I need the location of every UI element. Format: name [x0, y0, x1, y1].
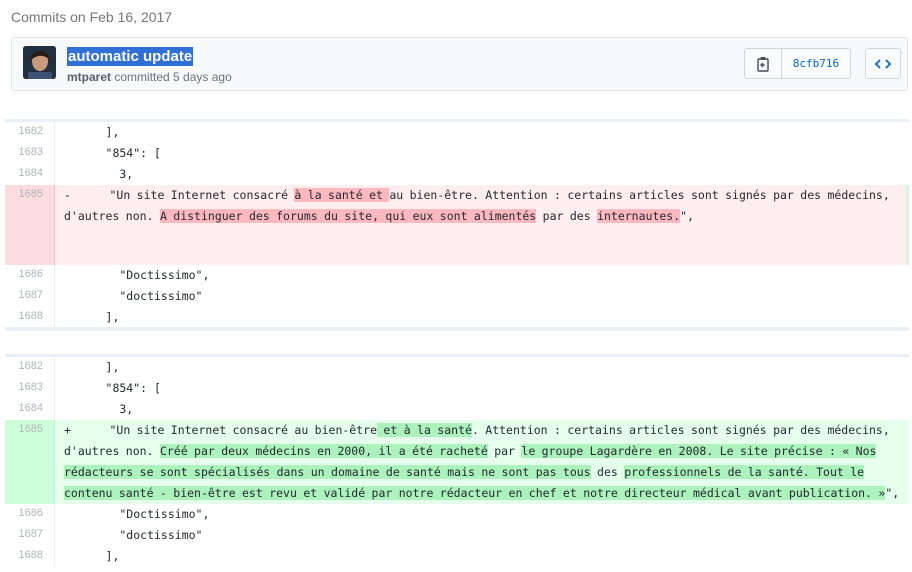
added-highlight: Créé par deux médecins en 2000, il a été…: [159, 444, 488, 458]
line-code: - "Un site Internet consacré à la santé …: [64, 188, 890, 223]
line-code: ],: [64, 360, 120, 374]
line-number[interactable]: 1682: [5, 122, 55, 143]
line-code: "854": [: [64, 146, 161, 160]
clipboard-icon: [757, 56, 769, 72]
diff-line: 1688 ],: [5, 546, 909, 566]
line-number[interactable]: 1685: [5, 185, 55, 265]
line-code: ],: [64, 125, 120, 139]
diff-line: 1683 "854": [: [5, 143, 909, 164]
diff-panel-old: 1682 ], 1683 "854": [ 1684 3, 1685 - "Un…: [5, 119, 909, 331]
copy-sha-button[interactable]: [745, 49, 782, 78]
diff-line: 1686 "Doctissimo",: [5, 504, 909, 525]
browse-files-button[interactable]: [865, 48, 901, 79]
line-number[interactable]: 1686: [5, 504, 55, 525]
deleted-highlight: à la santé et: [294, 188, 390, 202]
commit-sha-button[interactable]: 8cfb716: [782, 49, 850, 78]
diff-panel-new: 1682 ], 1683 "854": [ 1684 3, 1685 + "Un…: [5, 354, 909, 566]
diff-line: 1686 "Doctissimo",: [5, 265, 909, 286]
diff-line: 1682 ],: [5, 122, 909, 143]
diff-sign: +: [64, 423, 71, 437]
line-number[interactable]: 1682: [5, 357, 55, 378]
line-code: 3,: [64, 167, 134, 181]
line-number[interactable]: 1683: [5, 143, 55, 164]
line-code: "doctissimo": [64, 528, 203, 542]
diff-line: 1684 3,: [5, 164, 909, 185]
diff-line: 1687 "doctissimo": [5, 286, 909, 307]
diff-line-deleted: 1685 - "Un site Internet consacré à la s…: [5, 185, 909, 265]
line-number[interactable]: 1684: [5, 164, 55, 185]
commit-title-link[interactable]: automatic update: [67, 47, 194, 66]
avatar[interactable]: [23, 46, 56, 79]
line-code: ],: [64, 549, 120, 563]
line-code: "doctissimo": [64, 289, 203, 303]
commits-date-heading: Commits on Feb 16, 2017: [11, 9, 173, 25]
commit-meta: mtparet committed 5 days ago: [67, 70, 232, 84]
diff-line: 1688 ],: [5, 307, 909, 327]
code-icon: [875, 58, 891, 69]
sha-button-group: 8cfb716: [744, 48, 851, 79]
line-number[interactable]: 1687: [5, 286, 55, 307]
line-code: ],: [64, 310, 120, 324]
commit-time-text: committed 5 days ago: [114, 70, 232, 84]
line-number[interactable]: 1688: [5, 546, 55, 566]
deleted-highlight: A distinguer des forums du site, qui eux…: [159, 209, 537, 223]
diff-line-added: 1685 + "Un site Internet consacré au bie…: [5, 420, 909, 504]
line-number[interactable]: 1683: [5, 378, 55, 399]
added-highlight: et à la santé: [377, 423, 472, 437]
commit-author-link[interactable]: mtparet: [67, 70, 111, 84]
diff-line: 1683 "854": [: [5, 378, 909, 399]
scroll-edge: [906, 185, 909, 265]
line-number[interactable]: 1688: [5, 307, 55, 327]
line-code: + "Un site Internet consacré au bien-êtr…: [64, 423, 900, 500]
line-number[interactable]: 1687: [5, 525, 55, 546]
diff-line: 1682 ],: [5, 357, 909, 378]
diff-line: 1687 "doctissimo": [5, 525, 909, 546]
diff-line: 1684 3,: [5, 399, 909, 420]
commit-row: automatic update mtparet committed 5 day…: [11, 37, 908, 91]
line-number[interactable]: 1684: [5, 399, 55, 420]
line-code: "Doctissimo",: [64, 268, 210, 282]
deleted-highlight: internautes.: [597, 209, 681, 223]
line-code: 3,: [64, 402, 134, 416]
line-code: "854": [: [64, 381, 161, 395]
line-code: "Doctissimo",: [64, 507, 210, 521]
line-number[interactable]: 1685: [5, 420, 55, 504]
diff-sign: -: [64, 188, 71, 202]
line-number[interactable]: 1686: [5, 265, 55, 286]
